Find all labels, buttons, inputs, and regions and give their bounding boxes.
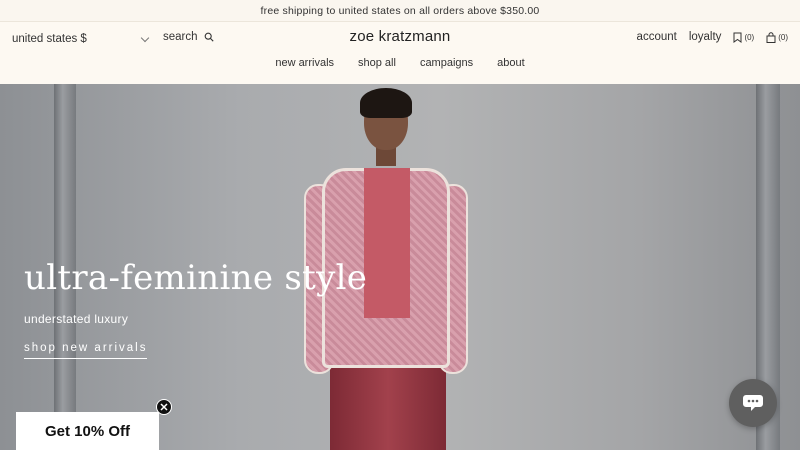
- nav-shop-all[interactable]: shop all: [358, 57, 396, 69]
- model-blouse: [364, 168, 410, 318]
- wishlist-count: (0): [744, 32, 755, 42]
- cart-button[interactable]: (0): [766, 31, 788, 43]
- announcement-text: free shipping to united states on all or…: [260, 4, 540, 17]
- promo-close-button[interactable]: [156, 399, 172, 415]
- main-nav: new arrivals shop all campaigns about: [0, 57, 800, 69]
- hero-title: ultra-feminine style: [24, 258, 368, 298]
- model-hair: [360, 88, 412, 118]
- nav-campaigns[interactable]: campaigns: [420, 57, 473, 69]
- site-header: united states $ search zoe kratzmann acc…: [0, 22, 800, 84]
- hero-copy: ultra-feminine style understated luxury …: [24, 258, 367, 359]
- locale-selector[interactable]: united states $: [12, 31, 150, 47]
- hero-subtitle: understated luxury: [24, 312, 129, 326]
- chat-icon: [743, 395, 763, 411]
- promo-button[interactable]: Get 10% Off: [16, 412, 159, 450]
- account-link[interactable]: account: [637, 31, 677, 43]
- loyalty-link[interactable]: loyalty: [689, 31, 722, 43]
- hero-banner: ultra-feminine style understated luxury …: [0, 84, 800, 450]
- wishlist-button[interactable]: (0): [733, 32, 754, 43]
- search-label: search: [163, 31, 198, 43]
- shop-new-arrivals-link[interactable]: shop new arrivals: [24, 342, 148, 359]
- nav-new-arrivals[interactable]: new arrivals: [275, 57, 334, 69]
- site-logo[interactable]: zoe kratzmann: [350, 28, 451, 45]
- close-icon: [160, 403, 168, 411]
- header-actions: account loyalty (0) (0): [637, 31, 788, 43]
- locale-label: united states $: [12, 33, 87, 45]
- chevron-down-icon: [140, 33, 150, 42]
- nav-about[interactable]: about: [497, 57, 525, 69]
- bag-icon: [766, 31, 776, 43]
- announcement-bar: free shipping to united states on all or…: [0, 0, 800, 22]
- bookmark-icon: [733, 32, 742, 43]
- cart-count: (0): [778, 32, 788, 42]
- promo-label: Get 10% Off: [44, 422, 131, 440]
- chat-button[interactable]: [729, 379, 777, 427]
- search-icon: [204, 32, 214, 42]
- search-button[interactable]: search: [163, 31, 214, 43]
